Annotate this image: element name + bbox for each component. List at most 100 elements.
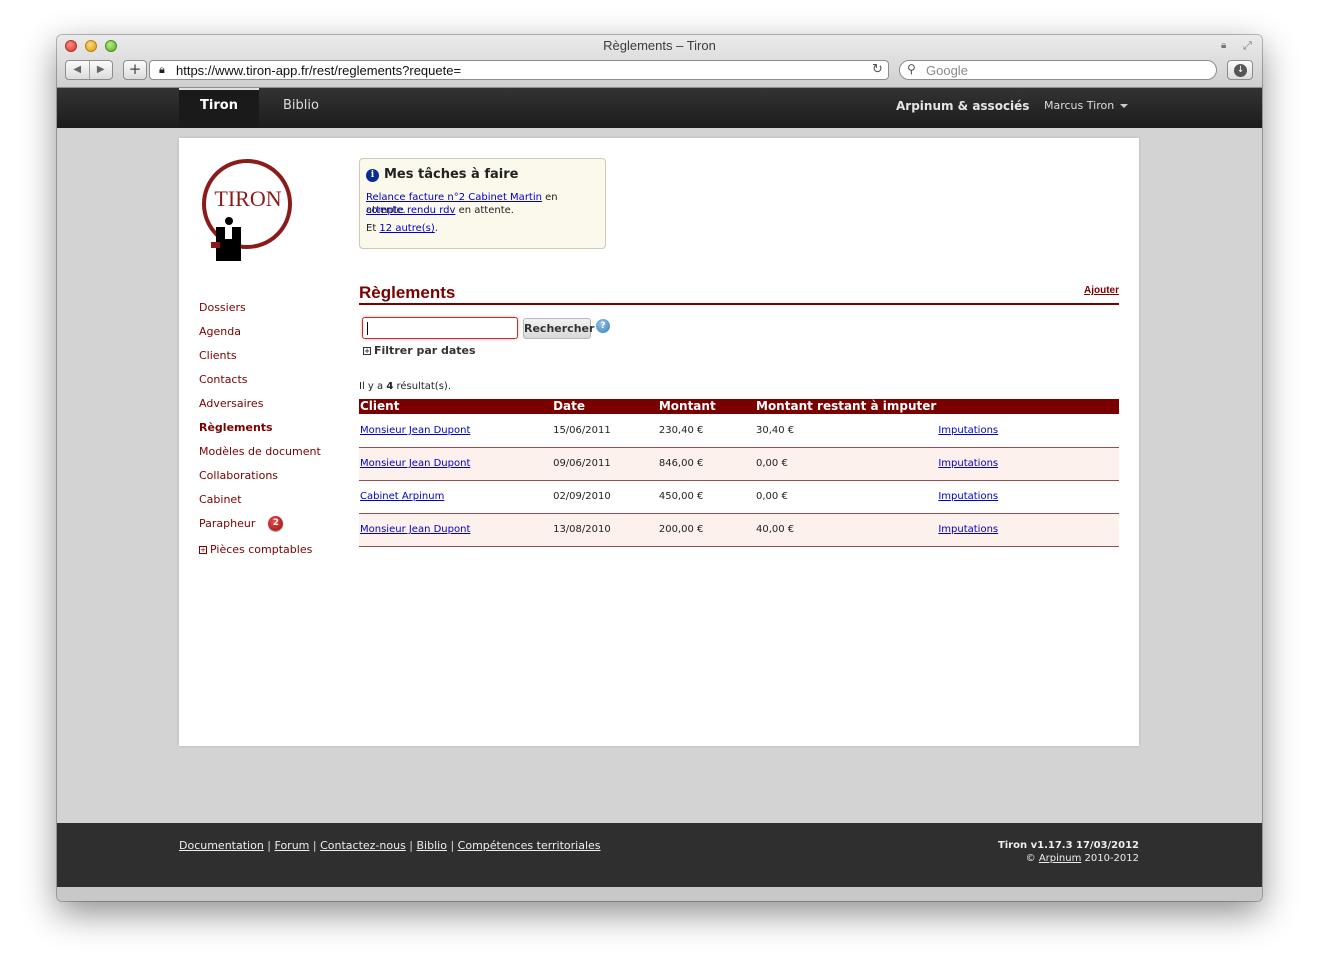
- footer-link-contact[interactable]: Contactez-nous: [320, 839, 406, 852]
- window-title: Règlements – Tiron: [603, 38, 716, 53]
- client-link[interactable]: Monsieur Jean Dupont: [360, 425, 470, 436]
- row-date: 15/06/2011: [552, 414, 658, 448]
- browser-window: Règlements – Tiron 🔒︎ ⤢ ◀ ▶ + 🔒︎ https:/…: [57, 35, 1262, 901]
- main-card: TIRON Dossiers Agenda Clients Contacts A…: [179, 138, 1139, 746]
- sidebar-item-reglements[interactable]: Règlements: [199, 420, 349, 444]
- tiron-logo: TIRON: [202, 159, 292, 261]
- row-montant: 846,00 €: [657, 447, 755, 481]
- tasks-more: Et 12 autre(s).: [366, 222, 599, 235]
- table-row: Cabinet Arpinum 02/09/2010 450,00 € 0,00…: [359, 480, 1119, 514]
- table-header-row: Client Date Montant Montant restant à im…: [359, 399, 1119, 414]
- row-montant: 230,40 €: [657, 414, 755, 448]
- fullscreen-icon[interactable]: ⤢: [1243, 39, 1252, 53]
- reload-icon[interactable]: ↻: [872, 62, 883, 77]
- web-search-field[interactable]: ⚲ Google: [899, 60, 1217, 80]
- row-montant: 200,00 €: [657, 513, 755, 547]
- firm-name[interactable]: Arpinum & associés: [896, 88, 1029, 128]
- row-date: 13/08/2010: [552, 513, 658, 547]
- back-icon[interactable]: ◀: [66, 61, 90, 79]
- copyright-link[interactable]: Arpinum: [1039, 853, 1082, 864]
- page-title-row: Règlements Ajouter: [359, 283, 1119, 305]
- sidebar-item-agenda[interactable]: Agenda: [199, 324, 349, 348]
- footer-separator: |: [309, 839, 321, 852]
- download-icon: ↓: [1234, 64, 1247, 77]
- sidebar-item-dossiers[interactable]: Dossiers: [199, 300, 349, 324]
- task-item: compte rendu rdv en attente.: [366, 204, 599, 217]
- copyright-suffix: 2010-2012: [1081, 853, 1139, 864]
- downloads-button[interactable]: ↓: [1227, 60, 1253, 80]
- footer-link-biblio[interactable]: Biblio: [417, 839, 447, 852]
- logo-text: TIRON: [214, 186, 281, 211]
- top-navbar: Tiron Biblio Arpinum & associés Marcus T…: [57, 88, 1262, 128]
- sidebar-item-cabinet[interactable]: Cabinet: [199, 492, 349, 516]
- sidebar-item-collaborations[interactable]: Collaborations: [199, 468, 349, 492]
- footer-link-documentation[interactable]: Documentation: [179, 839, 264, 852]
- sidebar-item-modeles[interactable]: Modèles de document: [199, 444, 349, 468]
- app-version: Tiron v1.17.3 17/03/2012: [997, 840, 1139, 851]
- add-link[interactable]: Ajouter: [1084, 285, 1119, 296]
- footer-separator: |: [446, 839, 458, 852]
- column-header-montant: Montant: [657, 399, 755, 414]
- tasks-more-suffix: .: [434, 223, 438, 234]
- column-header-restant: Montant restant à imputer: [755, 399, 938, 414]
- nav-tab-tiron[interactable]: Tiron: [179, 88, 259, 128]
- imputations-link[interactable]: Imputations: [938, 524, 998, 535]
- search-button[interactable]: Rechercher: [523, 318, 594, 339]
- client-link[interactable]: Cabinet Arpinum: [360, 491, 444, 502]
- footer-link-competences[interactable]: Compétences territoriales: [458, 839, 601, 852]
- nav-tab-biblio[interactable]: Biblio: [279, 88, 323, 128]
- imputations-link[interactable]: Imputations: [938, 491, 998, 502]
- tasks-title-row: i Mes tâches à faire: [366, 167, 599, 191]
- tasks-more-link[interactable]: 12 autre(s): [379, 223, 434, 234]
- window-bottom-bar: [57, 887, 1262, 901]
- results-count: Il y a 4 résultat(s).: [359, 381, 451, 392]
- address-bar[interactable]: 🔒︎ https://www.tiron-app.fr/rest/regleme…: [149, 60, 889, 80]
- browser-toolbar: Règlements – Tiron 🔒︎ ⤢ ◀ ▶ + 🔒︎ https:/…: [57, 35, 1262, 88]
- expand-plus-icon: +: [363, 347, 371, 355]
- table-row: Monsieur Jean Dupont 09/06/2011 846,00 €…: [359, 447, 1119, 481]
- sidebar-item-label: Pièces comptables: [210, 543, 313, 556]
- expand-plus-icon: +: [199, 546, 207, 554]
- results-suffix: résultat(s).: [393, 381, 451, 392]
- row-restant: 0,00 €: [755, 480, 938, 514]
- column-header-client: Client: [359, 399, 553, 414]
- copyright: © Arpinum 2010-2012: [998, 852, 1139, 865]
- url-lock-icon: 🔒︎: [159, 63, 165, 76]
- sidebar-item-pieces-comptables[interactable]: + Pièces comptables: [199, 542, 349, 566]
- sidebar-item-clients[interactable]: Clients: [199, 348, 349, 372]
- sidebar-item-parapheur[interactable]: Parapheur 2: [199, 516, 349, 542]
- results-prefix: Il y a: [359, 381, 387, 392]
- page-footer: Documentation | Forum | Contactez-nous |…: [57, 823, 1262, 887]
- footer-link-forum[interactable]: Forum: [275, 839, 310, 852]
- secure-lock-icon: 🔒︎: [1221, 40, 1227, 51]
- search-input[interactable]: [362, 317, 518, 339]
- task-link[interactable]: compte rendu rdv: [366, 205, 455, 216]
- footer-separator: |: [263, 839, 275, 852]
- sidebar-item-adversaires[interactable]: Adversaires: [199, 396, 349, 420]
- url-text[interactable]: https://www.tiron-app.fr/rest/reglements…: [176, 63, 461, 78]
- row-montant: 450,00 €: [657, 480, 755, 514]
- client-link[interactable]: Monsieur Jean Dupont: [360, 524, 470, 535]
- filter-label: Filtrer par dates: [374, 344, 476, 357]
- forward-icon[interactable]: ▶: [90, 61, 113, 79]
- history-nav: ◀ ▶: [65, 60, 113, 80]
- content-area: TIRON Dossiers Agenda Clients Contacts A…: [57, 128, 1262, 823]
- row-date: 09/06/2011: [552, 447, 658, 481]
- row-restant: 40,00 €: [755, 513, 938, 547]
- filter-dates-toggle[interactable]: + Filtrer par dates: [363, 344, 476, 357]
- tasks-title: Mes tâches à faire: [384, 167, 519, 182]
- add-bookmark-button[interactable]: +: [123, 60, 147, 80]
- task-link[interactable]: Relance facture n°2 Cabinet Martin: [366, 192, 542, 203]
- reglements-table: Client Date Montant Montant restant à im…: [359, 399, 1119, 547]
- sidebar-item-label: Parapheur: [199, 517, 256, 530]
- user-menu[interactable]: Marcus Tiron: [1044, 88, 1129, 128]
- client-link[interactable]: Monsieur Jean Dupont: [360, 458, 470, 469]
- sidebar-item-contacts[interactable]: Contacts: [199, 372, 349, 396]
- user-name: Marcus Tiron: [1044, 99, 1115, 112]
- task-item: Relance facture n°2 Cabinet Martin en at…: [366, 191, 599, 216]
- imputations-link[interactable]: Imputations: [938, 458, 998, 469]
- search-icon: ⚲: [907, 62, 916, 76]
- imputations-link[interactable]: Imputations: [938, 425, 998, 436]
- help-icon[interactable]: ?: [596, 319, 610, 333]
- footer-separator: |: [405, 839, 417, 852]
